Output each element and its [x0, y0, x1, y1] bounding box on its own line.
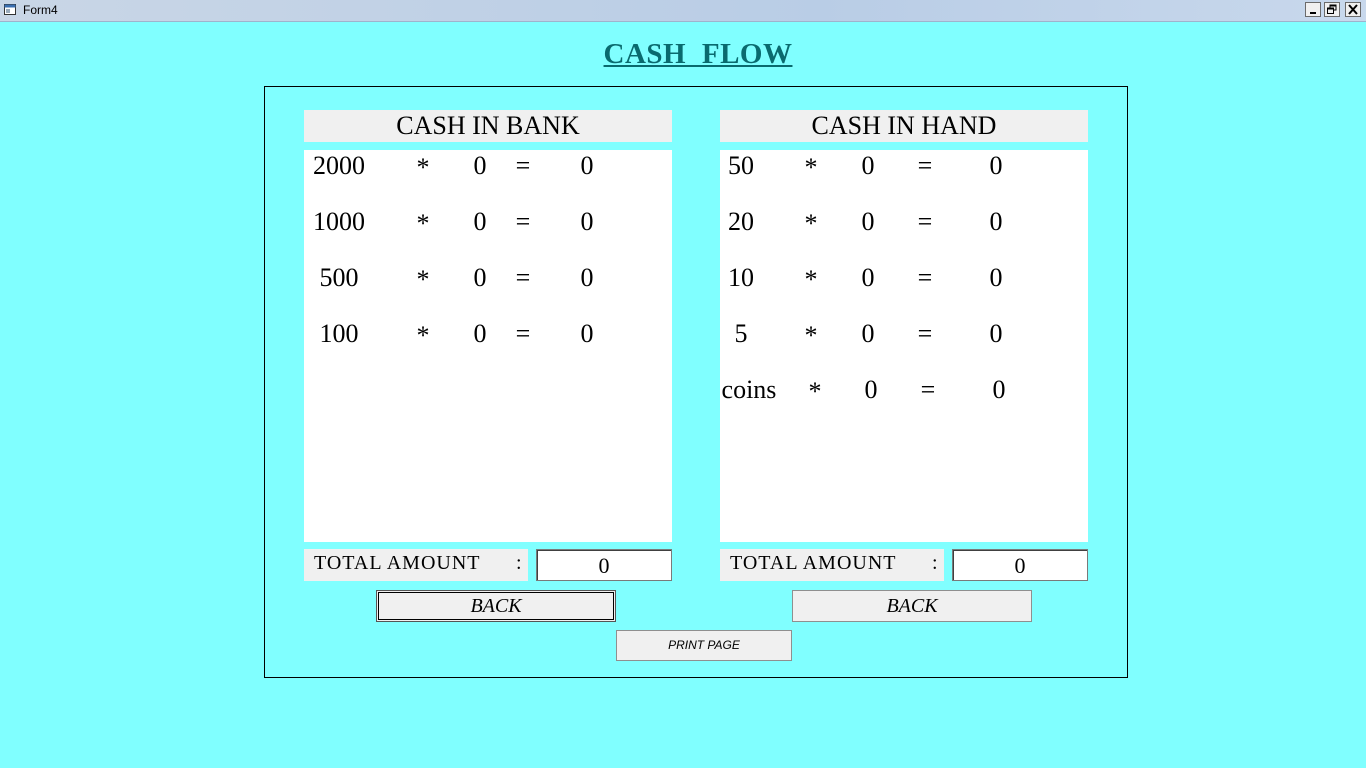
bank-total-label-text: TOTAL AMOUNT — [314, 552, 481, 574]
close-button[interactable] — [1345, 2, 1361, 17]
restore-button[interactable] — [1324, 2, 1340, 17]
window-title: Form4 — [23, 3, 58, 17]
hand-total-field[interactable]: 0 — [952, 549, 1088, 581]
hand-row-2-denom: 20 — [728, 207, 754, 236]
hand-row-4-denom: 5 — [734, 319, 748, 348]
hand-total-colon: : — [932, 552, 939, 574]
close-icon — [1348, 4, 1358, 15]
hand-row-4-result: 0 — [989, 319, 1003, 348]
bank-back-button[interactable]: BACK — [376, 590, 616, 622]
print-page-button[interactable]: PRINT PAGE — [616, 630, 792, 661]
bank-row-4-denom: 100 — [319, 319, 359, 348]
hand-total-label-text: TOTAL AMOUNT — [730, 552, 897, 574]
bank-row-1-denom: 2000 — [313, 151, 365, 180]
bank-total-label: TOTAL AMOUNT : — [304, 549, 528, 581]
title-bar[interactable]: Form4 — [0, 0, 1366, 22]
bank-row-3-result: 0 — [580, 263, 594, 292]
hand-row-3-eq: = — [917, 263, 933, 292]
bank-row-2-denom: 1000 — [313, 207, 365, 236]
bank-total-field[interactable]: 0 — [536, 549, 672, 581]
restore-icon — [1327, 4, 1337, 14]
hand-row-1-denom: 50 — [728, 151, 754, 180]
bank-row-4-result: 0 — [580, 319, 594, 348]
bank-row-2-result: 0 — [580, 207, 594, 236]
hand-row-5-eq: = — [920, 375, 936, 404]
hand-row-2-result: 0 — [989, 207, 1003, 236]
form-icon[interactable] — [4, 4, 16, 15]
hand-total-label: TOTAL AMOUNT : — [720, 549, 944, 581]
hand-row-5-result: 0 — [992, 375, 1006, 404]
hand-row-3-denom: 10 — [728, 263, 754, 292]
bank-total-colon: : — [516, 552, 523, 574]
bank-row-1-result: 0 — [580, 151, 594, 180]
hand-row-1-eq: = — [917, 151, 933, 180]
hand-header: CASH IN HAND — [720, 110, 1088, 142]
bank-row-3-denom: 500 — [319, 263, 359, 292]
minimize-button[interactable] — [1305, 2, 1321, 17]
hand-row-3-result: 0 — [989, 263, 1003, 292]
hand-row-2-eq: = — [917, 207, 933, 236]
hand-row-4-eq: = — [917, 319, 933, 348]
page-title: CASH FLOW — [603, 38, 793, 70]
bank-header: CASH IN BANK — [304, 110, 672, 142]
minimize-icon — [1310, 12, 1316, 14]
hand-row-1-result: 0 — [989, 151, 1003, 180]
hand-back-button[interactable]: BACK — [792, 590, 1032, 622]
